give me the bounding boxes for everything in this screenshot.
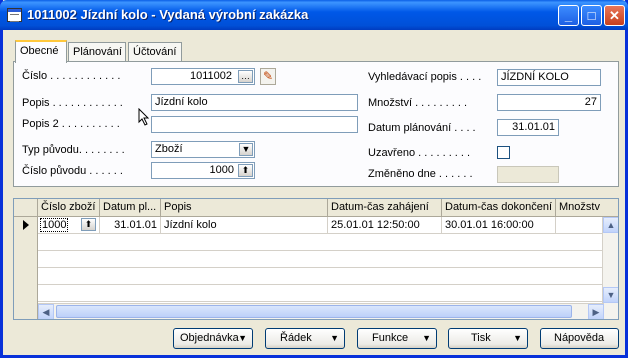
tab-uctovani[interactable]: Účtování xyxy=(128,42,182,62)
vyhledavaci-popis-field[interactable]: JÍZDNÍ KOLO xyxy=(497,69,601,86)
col-zahajeni[interactable]: Datum-čas zahájení xyxy=(328,199,442,217)
tab-planovani[interactable]: Plánování xyxy=(68,42,126,62)
funkce-label: Funkce xyxy=(372,332,409,344)
scroll-up-icon[interactable]: ▲ xyxy=(603,217,618,233)
table-row[interactable] xyxy=(14,285,604,302)
mouse-cursor-icon xyxy=(138,108,150,126)
vertical-scrollbar[interactable]: ▲ ▼ xyxy=(602,217,618,319)
funkce-button[interactable]: Funkce ▼ xyxy=(357,328,437,349)
table-row[interactable] xyxy=(14,268,604,285)
popis-label: Popis . . . . . . . . . . . . xyxy=(22,97,123,109)
general-panel: Číslo . . . . . . . . . . . . 1011002 … … xyxy=(13,61,619,187)
row-selector[interactable] xyxy=(14,302,38,319)
dropdown-arrow-icon: ▼ xyxy=(238,333,247,343)
tab-obecne[interactable]: Obecné xyxy=(15,40,67,63)
mnozstvi-field[interactable]: 27 xyxy=(497,94,601,111)
scroll-right-icon[interactable]: ▶ xyxy=(588,304,604,319)
window-title: 1011002 Jízdní kolo - Vydaná výrobní zak… xyxy=(27,7,309,22)
radek-label: Řádek xyxy=(280,332,312,344)
window: 1011002 Jízdní kolo - Vydaná výrobní zak… xyxy=(0,0,628,358)
cislo-field[interactable]: 1011002 … xyxy=(151,68,255,85)
cell-datum[interactable]: 31.01.01 xyxy=(100,217,161,234)
chevron-down-icon[interactable]: ▼ xyxy=(239,143,253,156)
title-bar[interactable]: 1011002 Jízdní kolo - Vydaná výrobní zak… xyxy=(0,0,628,30)
close-button[interactable]: ✕ xyxy=(604,5,625,26)
popis2-label: Popis 2 . . . . . . . . . . xyxy=(22,118,120,130)
objednavka-label: Objednávka xyxy=(180,332,239,344)
col-mnozstvi[interactable]: Množstv xyxy=(556,199,618,217)
tisk-label: Tisk xyxy=(471,332,491,344)
cislo-value: 1011002 xyxy=(189,70,232,82)
scroll-thumb[interactable] xyxy=(56,305,572,318)
cislo-puvodu-field[interactable]: 1000 ⬆ xyxy=(151,162,255,179)
napoveda-button[interactable]: Nápověda xyxy=(540,328,619,349)
row-selector[interactable] xyxy=(14,268,38,285)
uzavreno-checkbox[interactable] xyxy=(497,146,510,159)
arrow-up-icon[interactable]: ⬆ xyxy=(81,218,96,231)
radek-button[interactable]: Řádek ▼ xyxy=(265,328,345,349)
table-row[interactable] xyxy=(14,234,604,251)
datum-planovani-field[interactable]: 31.01.01 xyxy=(497,119,559,136)
cell-popis[interactable]: Jízdní kolo xyxy=(161,217,328,234)
zmeneno-dne-label: Změněno dne . . . . . . xyxy=(368,168,473,180)
grid-header: Číslo zboží Datum pl... Popis Datum-čas … xyxy=(14,199,618,217)
pencil-icon[interactable]: ✎ xyxy=(260,68,276,85)
typ-puvodu-value: Zboží xyxy=(155,143,183,155)
row-selector[interactable] xyxy=(14,251,38,268)
popis2-field[interactable] xyxy=(151,116,358,133)
scroll-down-icon[interactable]: ▼ xyxy=(603,287,618,303)
typ-puvodu-select[interactable]: Zboží ▼ xyxy=(151,141,255,158)
col-popis[interactable]: Popis xyxy=(161,199,328,217)
uzavreno-label: Uzavřeno . . . . . . . . . xyxy=(368,147,471,159)
lines-grid[interactable]: Číslo zboží Datum pl... Popis Datum-čas … xyxy=(13,198,619,320)
row-selector[interactable] xyxy=(14,217,38,234)
grid-corner xyxy=(14,199,38,217)
vyhledavaci-popis-label: Vyhledávací popis . . . . xyxy=(368,71,482,83)
cell-mnozstvi[interactable] xyxy=(556,217,604,234)
objednavka-button[interactable]: Objednávka ▼ xyxy=(173,328,253,349)
col-dokonceni[interactable]: Datum-čas dokončení xyxy=(442,199,556,217)
table-row[interactable]: 1000 ⬆ 31.01.01 Jízdní kolo 25.01.01 12:… xyxy=(14,217,604,234)
zmeneno-dne-field xyxy=(497,166,559,183)
cell-zahajeni[interactable]: 25.01.01 12:50:00 xyxy=(328,217,442,234)
maximize-button[interactable]: □ xyxy=(581,5,602,26)
cislo-label: Číslo . . . . . . . . . . . . xyxy=(22,70,121,82)
dropdown-arrow-icon: ▼ xyxy=(422,333,431,343)
scroll-left-icon[interactable]: ◀ xyxy=(38,304,54,319)
current-row-icon xyxy=(23,220,29,230)
popis-field[interactable]: Jízdní kolo xyxy=(151,94,358,111)
table-row[interactable] xyxy=(14,251,604,268)
minimize-button[interactable]: _ xyxy=(558,5,579,26)
row-selector[interactable] xyxy=(14,234,38,251)
col-cislo-zbozi[interactable]: Číslo zboží xyxy=(38,199,100,217)
cislo-puvodu-value: 1000 xyxy=(209,164,234,176)
cell-cislo-value: 1000 xyxy=(39,218,69,232)
form-icon xyxy=(7,8,22,22)
horizontal-scrollbar[interactable]: ◀ ▶ xyxy=(38,303,604,319)
cislo-puvodu-label: Číslo původu . . . . . . xyxy=(22,165,123,177)
lookup-icon[interactable]: … xyxy=(238,70,253,83)
dropdown-arrow-icon: ▼ xyxy=(513,333,522,343)
cell-cislo-zbozi[interactable]: 1000 ⬆ xyxy=(38,217,100,234)
tisk-button[interactable]: Tisk ▼ xyxy=(448,328,528,349)
typ-puvodu-label: Typ původu. . . . . . . . xyxy=(22,144,125,156)
col-datum[interactable]: Datum pl... xyxy=(100,199,161,217)
cell-dokonceni[interactable]: 30.01.01 16:00:00 xyxy=(442,217,556,234)
arrow-up-icon[interactable]: ⬆ xyxy=(238,164,253,177)
dropdown-arrow-icon: ▼ xyxy=(330,333,339,343)
row-selector[interactable] xyxy=(14,285,38,302)
datum-planovani-label: Datum plánování . . . . xyxy=(368,122,476,134)
mnozstvi-label: Množství . . . . . . . . . xyxy=(368,97,468,109)
